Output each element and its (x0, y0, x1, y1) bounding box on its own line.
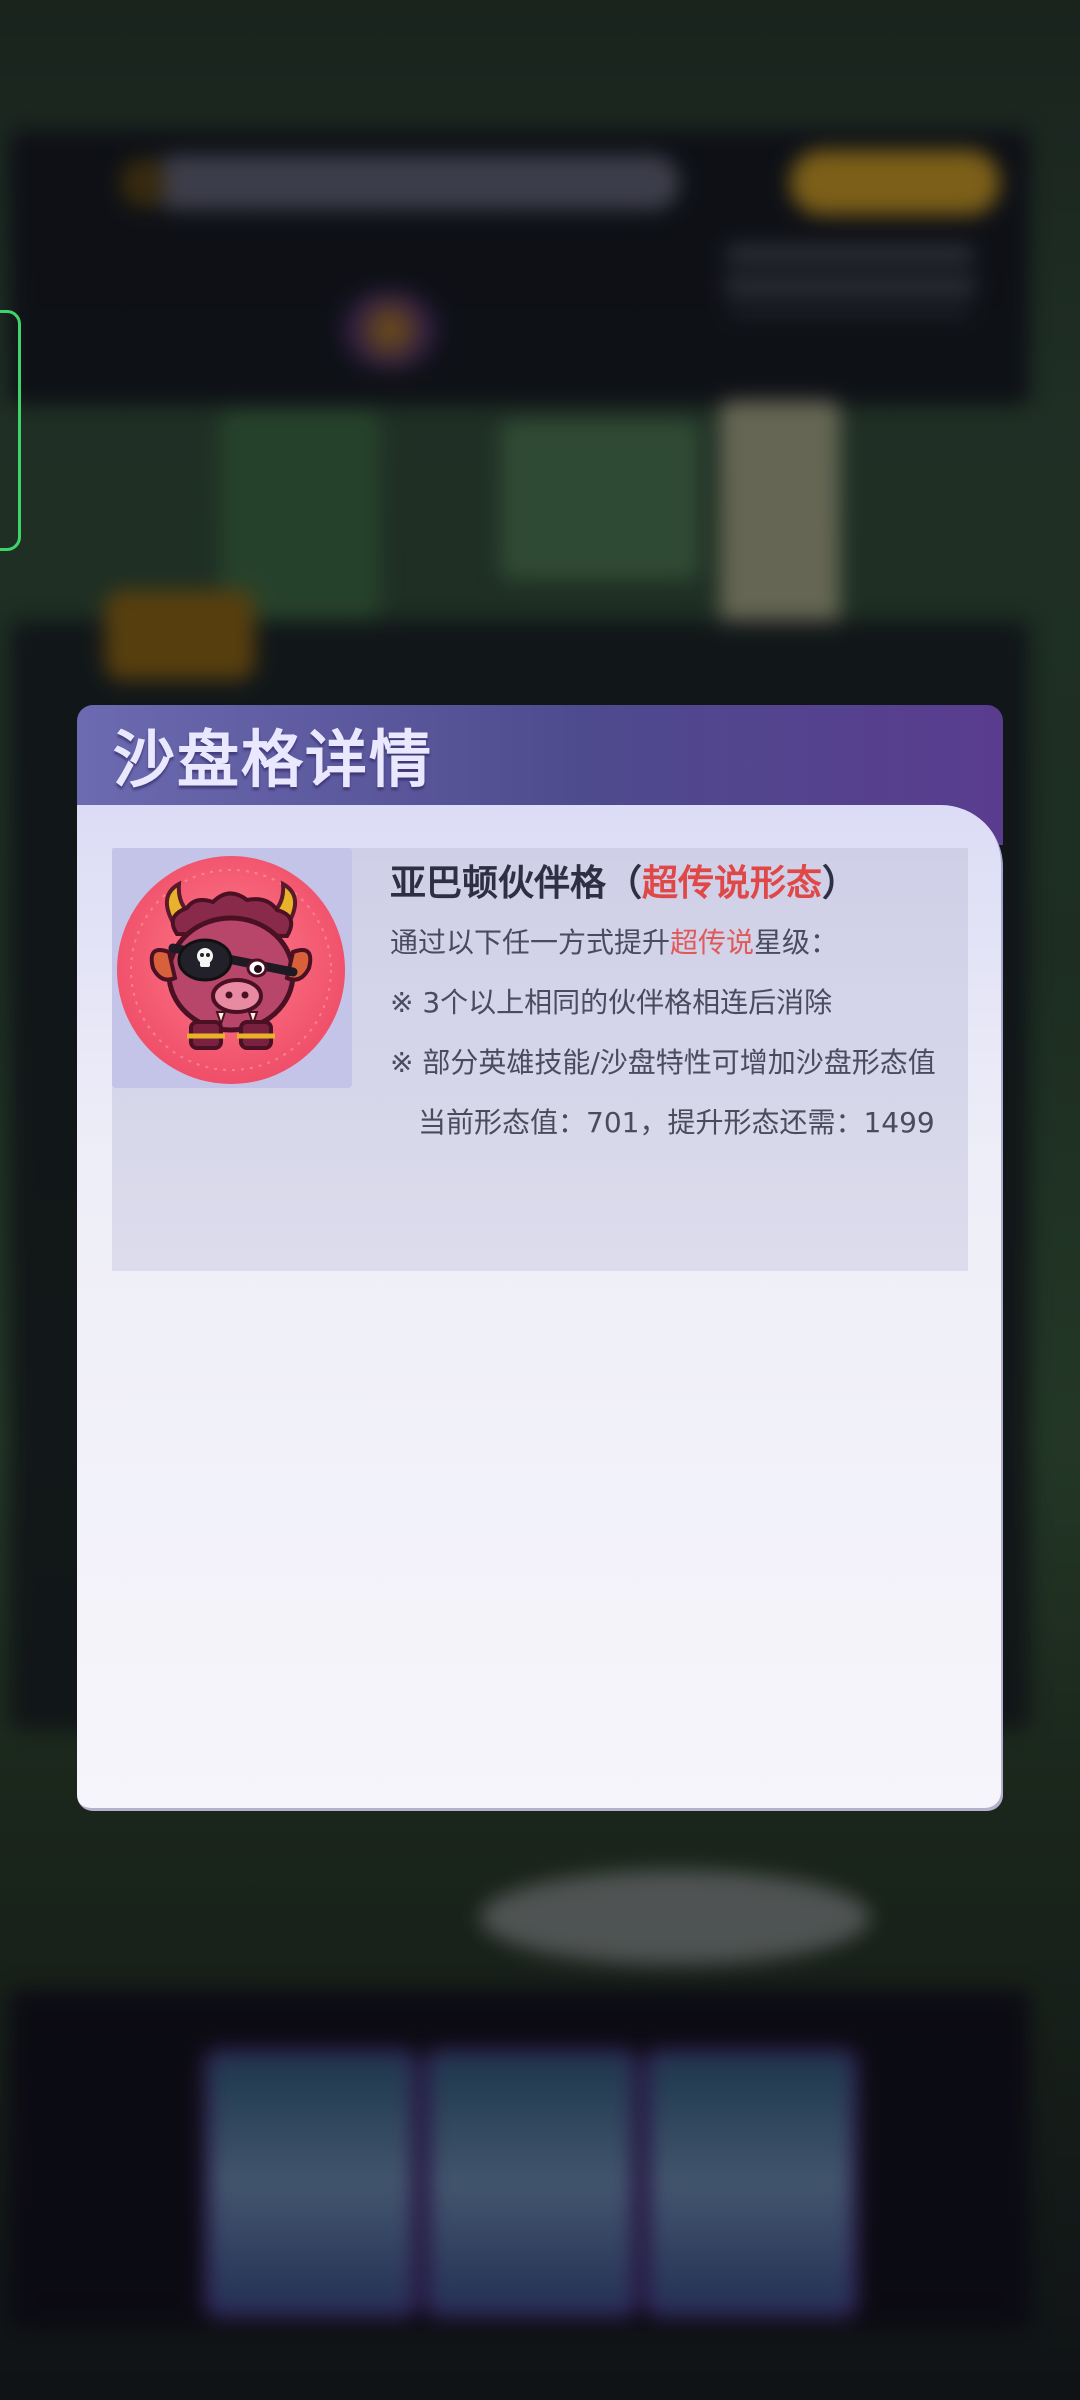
modal-body: 亚巴顿伙伴格（超传说形态） 通过以下任一方式提升超传说星级： ※ 3个以上相同的… (77, 805, 1003, 1811)
hero-form-label: 超传说形态 (642, 862, 823, 904)
hero-name-suffix: ） (822, 862, 859, 904)
side-tab-frame (0, 310, 21, 551)
upgrade-intro: 通过以下任一方式提升超传说星级： (390, 913, 950, 973)
hero-name-prefix: 亚巴顿伙伴格（ (390, 862, 643, 904)
hero-text-area: 亚巴顿伙伴格（超传说形态） 通过以下任一方式提升超传说星级： ※ 3个以上相同的… (390, 853, 950, 1153)
upgrade-method-1: ※ 3个以上相同的伙伴格相连后消除 (390, 986, 833, 1019)
form-value-status: 当前形态值：701，提升形态还需：1499 (390, 1106, 935, 1139)
upgrade-intro-prefix: 通过以下任一方式提升 (390, 926, 671, 959)
upgrade-intro-suffix: 星级： (754, 926, 839, 959)
pirate-demon-pig-icon (117, 856, 345, 1084)
modal-title: 沙盘格详情 (113, 723, 434, 796)
tile-detail-modal: 沙盘格详情 亚巴顿伙伴格（超传说形态） 通过以下任一方式提升超传说星级： ※ 3… (77, 705, 1003, 1811)
hero-avatar-frame (112, 848, 352, 1088)
hero-name: 亚巴顿伙伴格（超传说形态） (390, 853, 950, 913)
upgrade-method-2: ※ 部分英雄技能/沙盘特性可增加沙盘形态值 (390, 1046, 936, 1079)
upgrade-intro-highlight: 超传说 (670, 926, 755, 959)
hero-info-card: 亚巴顿伙伴格（超传说形态） 通过以下任一方式提升超传说星级： ※ 3个以上相同的… (112, 848, 968, 1271)
